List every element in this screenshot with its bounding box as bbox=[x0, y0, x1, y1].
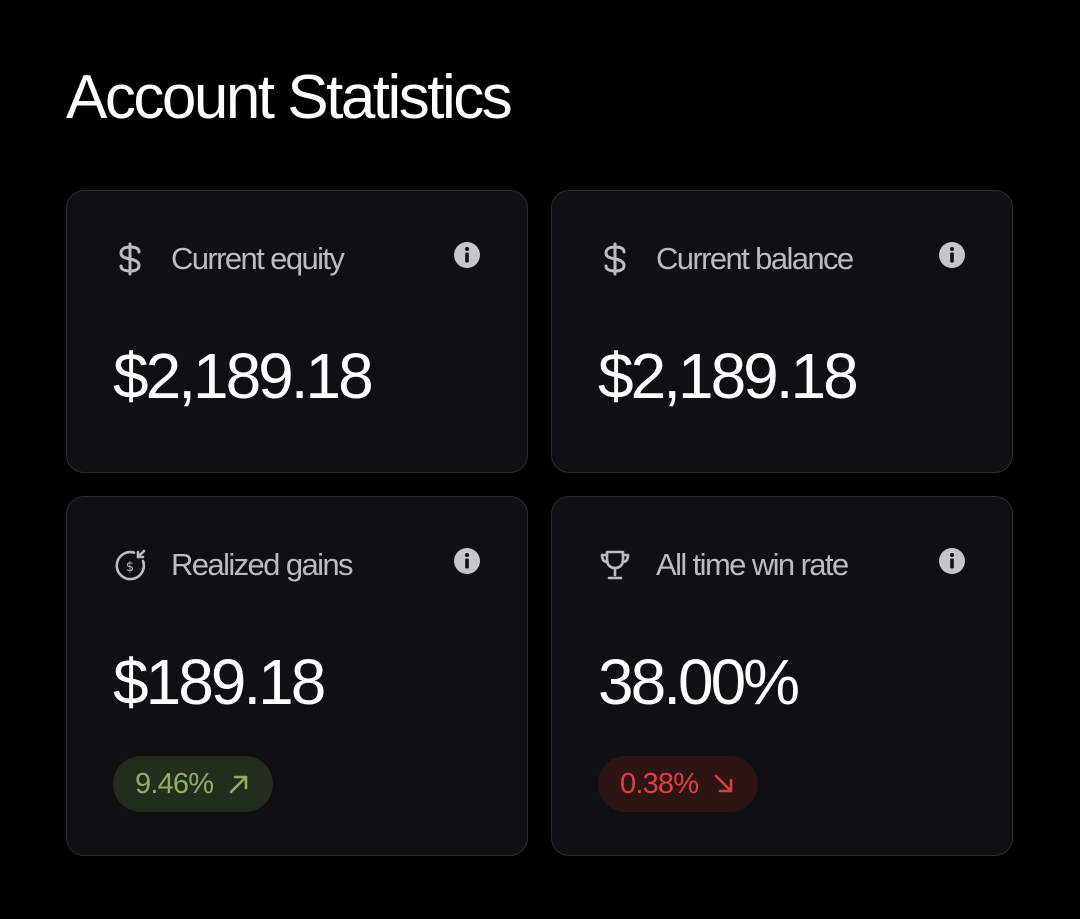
current-equity-card: Current equity $2,189.18 bbox=[66, 190, 528, 473]
arrow-down-right-icon bbox=[714, 774, 733, 793]
trophy-icon bbox=[598, 548, 632, 582]
current-balance-value: $2,189.18 bbox=[598, 340, 859, 412]
current-equity-value: $2,189.18 bbox=[113, 340, 374, 412]
refund-coin-icon: $ bbox=[113, 548, 147, 582]
change-value: 9.46% bbox=[135, 767, 214, 800]
change-badge-positive: 9.46% bbox=[113, 756, 274, 812]
card-header: All time win rate bbox=[598, 543, 966, 587]
info-icon[interactable] bbox=[938, 241, 966, 269]
change-value: 0.38% bbox=[620, 767, 699, 800]
card-header: Current balance bbox=[598, 237, 966, 281]
win-rate-card: All time win rate 38.00% 0.38% bbox=[551, 496, 1013, 856]
win-rate-value: 38.00% bbox=[598, 646, 800, 718]
realized-gains-card: $ Realized gains $189.18 9.46% bbox=[66, 496, 528, 856]
dollar-icon bbox=[113, 242, 147, 276]
card-header: Current equity bbox=[113, 237, 481, 281]
change-badge-negative: 0.38% bbox=[598, 756, 759, 812]
card-label: All time win rate bbox=[656, 547, 849, 582]
arrow-up-right-icon bbox=[229, 775, 248, 794]
page-title: Account Statistics bbox=[66, 62, 513, 132]
card-label: Realized gains bbox=[171, 547, 354, 582]
card-label: Current equity bbox=[171, 241, 345, 276]
realized-gains-value: $189.18 bbox=[113, 646, 326, 718]
card-header: $ Realized gains bbox=[113, 543, 481, 587]
current-balance-card: Current balance $2,189.18 bbox=[551, 190, 1013, 473]
info-icon[interactable] bbox=[453, 547, 481, 575]
card-label: Current balance bbox=[656, 241, 854, 276]
info-icon[interactable] bbox=[938, 547, 966, 575]
info-icon[interactable] bbox=[453, 241, 481, 269]
svg-text:$: $ bbox=[126, 560, 134, 575]
dollar-icon bbox=[598, 242, 632, 276]
